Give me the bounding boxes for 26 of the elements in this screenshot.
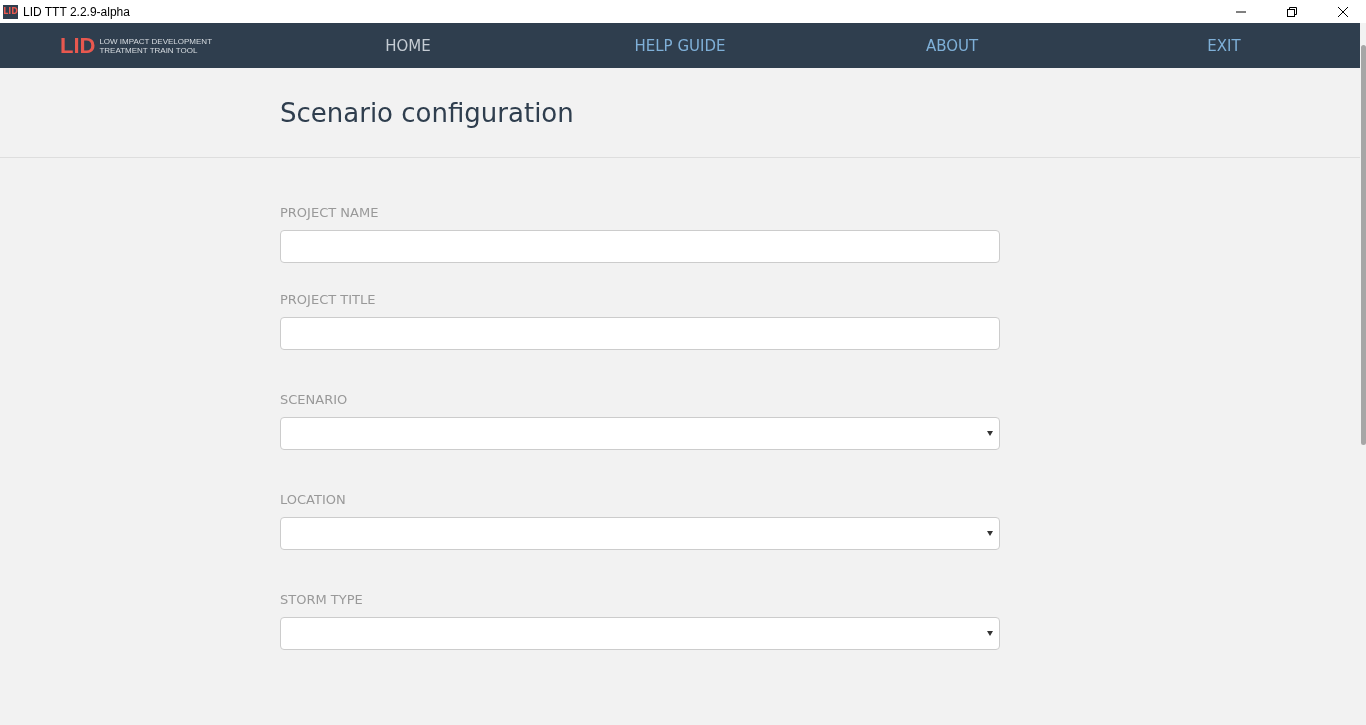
restore-icon[interactable]: [1286, 5, 1298, 18]
input-field[interactable]: [280, 230, 1000, 263]
field-label: LOCATION: [280, 492, 347, 507]
nav-link[interactable]: EXIT: [1088, 36, 1360, 55]
field-label: SCENARIO: [280, 392, 349, 407]
field-label: PROJECT TITLE: [280, 292, 377, 307]
scrollbar-thumb[interactable]: [1361, 45, 1366, 445]
logo-text: LOW IMPACT DEVELOPMENT: [99, 36, 213, 46]
nav-link[interactable]: HELP GUIDE: [544, 36, 816, 55]
input-field[interactable]: [280, 317, 1000, 350]
app-icon: LID: [3, 4, 18, 19]
caret-icon: [987, 631, 993, 636]
close-icon[interactable]: [1337, 5, 1349, 18]
dropdown[interactable]: [280, 617, 1000, 650]
caret-icon: [987, 431, 993, 436]
caret-icon: [987, 531, 993, 536]
window-title: LID TTT 2.2.9-alpha: [23, 4, 130, 19]
nav-link[interactable]: HOME: [272, 36, 544, 55]
dropdown[interactable]: [280, 417, 1000, 450]
field-label: PROJECT NAME: [280, 205, 380, 220]
page-title: Scenario configuration: [280, 97, 574, 128]
logo-mark: LID: [59, 32, 96, 59]
logo-text: TREATMENT TRAIN TOOL: [99, 45, 199, 55]
field-label: STORM TYPE: [280, 592, 364, 607]
dropdown[interactable]: [280, 517, 1000, 550]
nav-link[interactable]: ABOUT: [816, 36, 1088, 55]
